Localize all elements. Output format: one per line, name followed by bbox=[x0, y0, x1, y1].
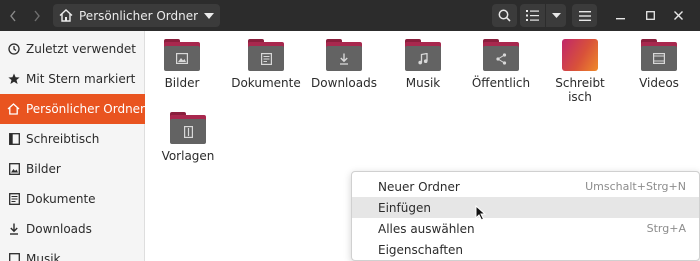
minimize-button[interactable] bbox=[608, 4, 632, 27]
file-item-vorlagen[interactable]: Vorlagen bbox=[152, 112, 224, 163]
list-view-button[interactable] bbox=[520, 4, 545, 27]
menu-item-label: Neuer Ordner bbox=[378, 179, 460, 194]
menu-item-label: Eigenschaften bbox=[378, 242, 464, 257]
file-name: Musik bbox=[405, 76, 441, 90]
hamburger-icon bbox=[578, 10, 591, 21]
file-name: Vorlagen bbox=[161, 149, 215, 163]
minimize-icon bbox=[615, 18, 625, 20]
sidebar-item-label: Zuletzt verwendet bbox=[26, 42, 136, 56]
menu-item-label: Einfügen bbox=[378, 200, 431, 215]
caret-down-icon bbox=[551, 13, 561, 18]
close-icon bbox=[673, 11, 683, 20]
music-folder-icon bbox=[405, 39, 441, 71]
chevron-left-icon bbox=[10, 10, 16, 21]
star-icon bbox=[0, 73, 26, 85]
image-folder-icon bbox=[164, 39, 200, 71]
mouse-pointer-icon bbox=[475, 205, 487, 221]
chevron-right-icon bbox=[34, 10, 40, 21]
file-item-bilder[interactable]: Bilder bbox=[146, 39, 218, 90]
caret-down-icon[interactable] bbox=[198, 12, 220, 19]
sidebar-item-recent[interactable]: Zuletzt verwendet bbox=[0, 34, 145, 64]
document-icon bbox=[0, 193, 26, 205]
share-folder-icon bbox=[483, 39, 519, 71]
file-name: Videos bbox=[639, 76, 679, 90]
document-folder-icon bbox=[248, 39, 284, 71]
menu-item-shortcut: Strg+A bbox=[646, 222, 686, 235]
sidebar-item-label: Mit Stern markiert bbox=[26, 72, 136, 86]
download-folder-icon bbox=[326, 39, 362, 71]
sidebar-item-label: Dokumente bbox=[26, 192, 96, 206]
menu-item-shortcut: Umschalt+Strg+N bbox=[585, 180, 686, 193]
sidebar-item-music[interactable]: Musik bbox=[0, 244, 145, 261]
sidebar-item-desktop[interactable]: Schreibtisch bbox=[0, 124, 145, 154]
view-options-dropdown[interactable] bbox=[545, 4, 566, 27]
file-name: Öffentlich bbox=[471, 76, 531, 90]
maximize-button[interactable] bbox=[638, 4, 662, 27]
template-folder-icon bbox=[170, 112, 206, 144]
menu-item-properties[interactable]: Eigenschaften bbox=[352, 239, 699, 260]
main-menu-button[interactable] bbox=[572, 4, 597, 27]
sidebar-item-downloads[interactable]: Downloads bbox=[0, 214, 145, 244]
home-icon bbox=[53, 9, 79, 22]
image-icon bbox=[0, 163, 26, 175]
back-button[interactable] bbox=[3, 4, 23, 27]
path-label: Persönlicher Ordner bbox=[79, 8, 198, 23]
list-view-icon bbox=[526, 10, 539, 21]
file-item-videos[interactable]: Videos bbox=[623, 39, 695, 90]
download-icon bbox=[0, 223, 26, 235]
home-icon bbox=[0, 103, 26, 115]
sidebar-item-label: Musik bbox=[26, 252, 61, 261]
close-button[interactable] bbox=[667, 4, 689, 27]
context-menu: Neuer Ordner Umschalt+Strg+N Einfügen Al… bbox=[351, 171, 700, 261]
desktop-folder-icon bbox=[562, 39, 598, 71]
menu-item-paste[interactable]: Einfügen bbox=[352, 197, 699, 218]
sidebar-item-documents[interactable]: Dokumente bbox=[0, 184, 145, 214]
sidebar-item-starred[interactable]: Mit Stern markiert bbox=[0, 64, 145, 94]
menu-item-select-all[interactable]: Alles auswählen Strg+A bbox=[352, 218, 699, 239]
file-name: Dokumente bbox=[231, 76, 301, 90]
clock-icon bbox=[0, 43, 26, 55]
file-item-downloads[interactable]: Downloads bbox=[308, 39, 380, 90]
file-name: Bilder bbox=[164, 76, 200, 90]
maximize-icon bbox=[645, 11, 655, 20]
file-item-schreibtisch[interactable]: Schreibtisch bbox=[544, 39, 616, 104]
search-button[interactable] bbox=[492, 4, 517, 27]
music-icon bbox=[0, 253, 26, 261]
menu-item-new-folder[interactable]: Neuer Ordner Umschalt+Strg+N bbox=[352, 176, 699, 197]
sidebar-item-label: Persönlicher Ordner bbox=[25, 102, 145, 116]
header-bar: Persönlicher Ordner bbox=[0, 0, 700, 31]
sidebar-item-label: Bilder bbox=[26, 162, 61, 176]
file-item-musik[interactable]: Musik bbox=[387, 39, 459, 90]
file-item-dokumente[interactable]: Dokumente bbox=[230, 39, 302, 90]
menu-item-label: Alles auswählen bbox=[378, 221, 475, 236]
sidebar-item-home[interactable]: Persönlicher Ordner bbox=[0, 94, 145, 124]
desktop-icon bbox=[0, 133, 26, 145]
video-folder-icon bbox=[641, 39, 677, 71]
file-item-oeffentlich[interactable]: Öffentlich bbox=[465, 39, 537, 90]
sidebar-item-label: Downloads bbox=[26, 222, 92, 236]
forward-button[interactable] bbox=[27, 4, 47, 27]
search-icon bbox=[498, 9, 511, 22]
file-name: Schreibtisch bbox=[555, 76, 605, 104]
sidebar-item-pictures[interactable]: Bilder bbox=[0, 154, 145, 184]
sidebar: Zuletzt verwendet Mit Stern markiert Per… bbox=[0, 31, 145, 261]
sidebar-item-label: Schreibtisch bbox=[26, 132, 100, 146]
path-bar-home[interactable]: Persönlicher Ordner bbox=[53, 4, 220, 27]
file-name: Downloads bbox=[311, 76, 377, 90]
